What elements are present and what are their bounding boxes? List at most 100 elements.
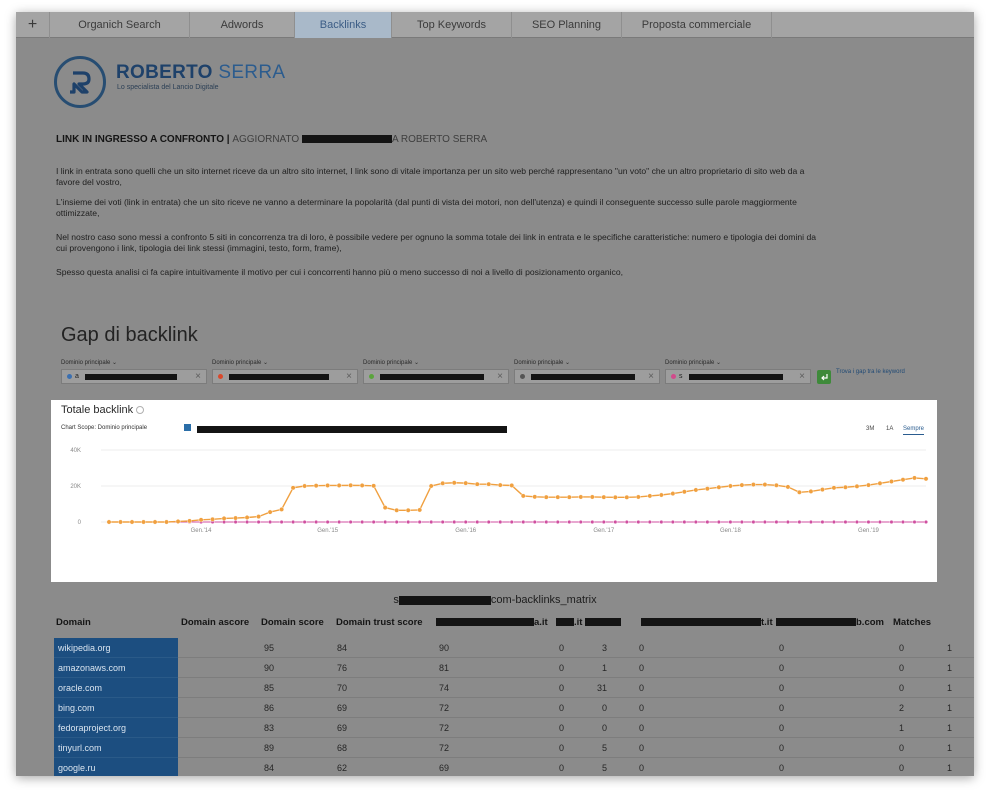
cell-c5: 2: [898, 703, 904, 713]
table-row[interactable]: fedoraproject.org 83 69 72 0 0 0 0 1 1: [54, 718, 974, 738]
clear-icon[interactable]: ×: [648, 371, 654, 382]
domain-input-4[interactable]: ×: [514, 369, 660, 384]
domain-label-5[interactable]: Dominio principale ⌄: [665, 359, 721, 366]
scope-checkbox[interactable]: [184, 424, 191, 431]
series-point: [681, 489, 687, 495]
table-row[interactable]: amazonaws.com 90 76 81 0 1 0 0 0 1: [54, 658, 974, 678]
series-point: [785, 519, 790, 524]
find-gap-link[interactable]: Trova i gap tra le keyword: [836, 369, 906, 376]
logo-r-glyph: [70, 71, 91, 94]
series-point: [716, 519, 721, 524]
cell-c1: 0: [558, 703, 564, 713]
series-point: [152, 519, 158, 525]
table-row[interactable]: bing.com 86 69 72 0 0 0 0 2 1: [54, 698, 974, 718]
range-sempre-button[interactable]: Sempre: [903, 426, 925, 435]
series-point: [532, 494, 538, 500]
cell-ascore: 95: [263, 643, 274, 653]
domain-cell[interactable]: wikipedia.org: [54, 638, 178, 658]
series-point: [348, 482, 354, 488]
tab-backlinks[interactable]: Backlinks: [295, 12, 392, 38]
logo-name: ROBERTO SERRA: [116, 62, 286, 83]
x-tick-label: Gen.'19: [858, 528, 879, 534]
series-point: [808, 489, 814, 494]
cell-c3: 0: [638, 703, 644, 713]
tab-proposta-commerciale[interactable]: Proposta commerciale: [622, 12, 772, 38]
range-3m-button[interactable]: 3M: [866, 426, 874, 432]
table-row[interactable]: google.ru 84 62 69 0 5 0 0 0 1: [54, 758, 974, 776]
series-point: [313, 483, 319, 489]
series-point: [670, 491, 676, 496]
domain-label-1[interactable]: Dominio principale ⌄: [61, 359, 117, 366]
domain-label-3[interactable]: Dominio principale ⌄: [363, 359, 419, 366]
series-point: [624, 494, 630, 500]
series-point: [693, 519, 698, 524]
series-point: [750, 482, 756, 487]
add-tab-button[interactable]: +: [16, 12, 50, 38]
series-point: [900, 519, 905, 524]
x-tick-label: Gen.'18: [720, 528, 741, 534]
series-line: [109, 477, 927, 523]
clear-icon[interactable]: ×: [346, 371, 352, 382]
redacted-domain: [531, 373, 635, 380]
domain-label-2[interactable]: Dominio principale ⌄: [212, 359, 268, 366]
series-point: [359, 483, 365, 488]
series-point: [463, 519, 468, 524]
chart-panel: Totale backlink Chart Scope: Dominio pri…: [51, 400, 937, 582]
cell-c5: 0: [898, 643, 904, 653]
cell-ascore: 85: [263, 683, 274, 693]
clear-icon[interactable]: ×: [195, 371, 201, 382]
series-point: [497, 482, 503, 488]
tab-organich-search[interactable]: Organich Search: [50, 12, 190, 38]
cell-c4: 0: [778, 683, 784, 693]
series-point: [233, 519, 238, 524]
tab-adwords[interactable]: Adwords: [190, 12, 295, 38]
domain-input-2[interactable]: ×: [212, 369, 358, 384]
domain-cell[interactable]: amazonaws.com: [54, 658, 178, 678]
cell-c1: 0: [558, 743, 564, 753]
domain-cell[interactable]: fedoraproject.org: [54, 718, 178, 738]
domain-cell[interactable]: oracle.com: [54, 678, 178, 698]
series-point: [382, 505, 388, 511]
series-point: [325, 519, 330, 524]
cell-trust: 74: [438, 683, 449, 693]
info-icon[interactable]: [136, 406, 145, 415]
browser-window: + Organich Search Adwords Backlinks Top …: [16, 12, 974, 776]
series-point: [509, 519, 514, 524]
series-point: [900, 477, 906, 483]
range-1a-button[interactable]: 1A: [886, 426, 893, 432]
domain-cell[interactable]: google.ru: [54, 758, 178, 776]
series-point: [739, 519, 744, 524]
clear-icon[interactable]: ×: [497, 371, 503, 382]
domain-cell[interactable]: tinyurl.com: [54, 738, 178, 758]
cell-score: 69: [336, 703, 347, 713]
redacted-text: [301, 135, 392, 144]
find-gap-button[interactable]: [817, 370, 831, 384]
tab-seo-planning[interactable]: SEO Planning: [512, 12, 622, 38]
cell-ascore: 83: [263, 723, 274, 733]
series-point: [831, 519, 836, 524]
cell-matches: 1: [946, 683, 952, 693]
tab-top-keywords[interactable]: Top Keywords: [392, 12, 512, 38]
domain-input-5[interactable]: s ×: [665, 369, 811, 384]
table-row[interactable]: wikipedia.org 95 84 90 0 3 0 0 0 1: [54, 638, 974, 658]
domain-input-3[interactable]: ×: [363, 369, 509, 384]
cell-ascore: 89: [263, 743, 274, 753]
series-point: [406, 519, 411, 524]
domain-input-1[interactable]: a ×: [61, 369, 207, 384]
series-point: [290, 485, 296, 491]
cell-trust: 72: [438, 723, 449, 733]
clear-icon[interactable]: ×: [799, 371, 805, 382]
series-point: [463, 480, 469, 486]
table-row[interactable]: oracle.com 85 70 74 0 31 0 0 0 1: [54, 678, 974, 698]
cell-score: 62: [336, 763, 347, 773]
domain-cell[interactable]: bing.com: [54, 698, 178, 718]
domain-label-4[interactable]: Dominio principale ⌄: [514, 359, 570, 366]
series-point: [268, 519, 273, 524]
series-point: [164, 519, 169, 525]
series-point: [590, 519, 595, 524]
table-row[interactable]: tinyurl.com 89 68 72 0 5 0 0 0 1: [54, 738, 974, 758]
domain-dot-3: [369, 374, 374, 379]
cell-c3: 0: [638, 743, 644, 753]
intro-paragraph-2: L'insieme dei voti (link in entrata) che…: [56, 197, 797, 218]
series-point: [452, 519, 457, 524]
